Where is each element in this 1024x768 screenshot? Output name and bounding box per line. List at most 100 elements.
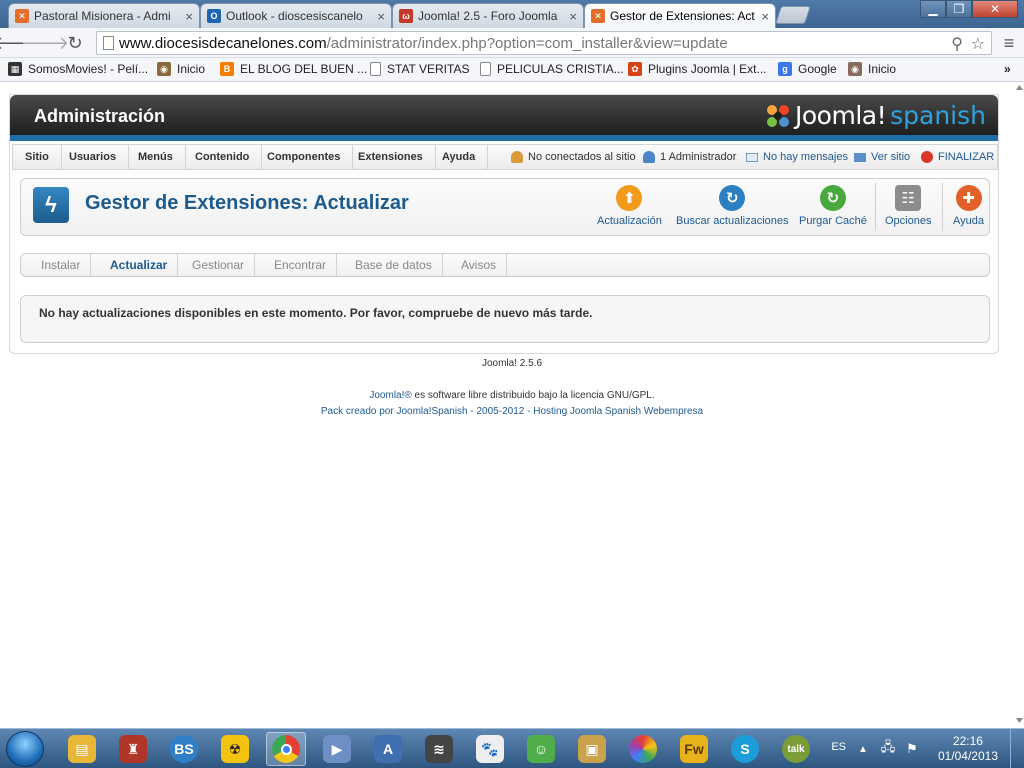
menu-menus[interactable]: Menús — [126, 145, 186, 169]
maximize-button[interactable]: ❐ — [946, 0, 972, 18]
picasa-icon[interactable] — [623, 732, 663, 766]
tab-avisos[interactable]: Avisos — [451, 254, 508, 276]
tab-encontrar[interactable]: Encontrar — [264, 254, 338, 276]
tray-expand-icon[interactable]: ▲ — [856, 732, 870, 766]
menu-usuarios[interactable]: Usuarios — [57, 145, 130, 169]
close-tab-icon[interactable]: × — [569, 9, 577, 24]
app-a-icon[interactable]: A — [368, 732, 408, 766]
action-center-icon[interactable]: ⚑ — [902, 732, 922, 766]
close-tab-icon[interactable]: × — [377, 9, 385, 24]
tab-title: Joomla! 2.5 - Foro Joomla — [418, 9, 558, 23]
browser-tab-pastoral[interactable]: ✕ Pastoral Misionera - Admi × — [8, 3, 200, 28]
status-messages[interactable]: No hay mensajes — [746, 145, 848, 169]
status-label: Ver sitio — [871, 151, 911, 163]
clapper-icon: ▦ — [8, 62, 22, 76]
header-divider — [10, 135, 998, 141]
menu-componentes[interactable]: Componentes — [255, 145, 354, 169]
page-icon — [480, 62, 491, 76]
explorer-icon[interactable]: ▤ — [62, 732, 102, 766]
show-desktop-button[interactable] — [1010, 729, 1024, 768]
menu-ayuda[interactable]: Ayuda — [430, 145, 489, 169]
bookmark-somosmovies[interactable]: ▦ SomosMovies! - Pelí... — [8, 62, 148, 76]
skype-icon[interactable]: S — [725, 732, 765, 766]
bookmark-plugins-joomla[interactable]: ✿ Plugins Joomla | Ext... — [628, 62, 767, 76]
installer-subnav: Instalar Actualizar Gestionar Encontrar … — [20, 253, 990, 277]
menu-icon[interactable]: ≡ — [998, 32, 1020, 54]
forward-button[interactable]: 🡒 — [21, 32, 69, 54]
tab-gestionar[interactable]: Gestionar — [182, 254, 256, 276]
bookmarks-more-button[interactable]: » — [1004, 62, 1011, 76]
plugin-icon: ✿ — [628, 62, 642, 76]
bs-player-icon[interactable]: BS — [164, 732, 204, 766]
page-footer: Joomla! 2.5.6 Joomla!® es software libre… — [0, 358, 1024, 420]
logo-spanish: spanish — [890, 101, 986, 130]
reload-button[interactable]: ↻ — [64, 32, 86, 54]
view-site-link[interactable]: Ver sitio — [854, 145, 910, 169]
options-button[interactable]: ☷ Opciones — [885, 185, 931, 227]
close-window-button[interactable]: ✕ — [972, 0, 1018, 18]
webempresa-link[interactable]: Hosting Joomla Spanish Webempresa — [533, 406, 703, 417]
tab-instalar[interactable]: Instalar — [31, 254, 92, 276]
gtalk-icon[interactable]: talk — [776, 732, 816, 766]
update-button[interactable]: ⬆ Actualización — [597, 185, 662, 227]
bookmark-peliculas[interactable]: PELICULAS CRISTIA... — [480, 62, 624, 76]
browser-tab-outlook[interactable]: O Outlook - dioscesiscanelo × — [200, 3, 392, 28]
minimize-button[interactable]: ▁ — [920, 0, 946, 18]
joomlaspanish-link[interactable]: Pack creado por Joomla!Spanish — [321, 406, 468, 417]
bookmark-label: Plugins Joomla | Ext... — [648, 62, 767, 76]
browser-tab-gestor[interactable]: ✕ Gestor de Extensiones: Act × — [584, 3, 776, 28]
radiation-icon[interactable]: ☢ — [215, 732, 255, 766]
bookmark-stat-veritas[interactable]: STAT VERITAS — [370, 62, 469, 76]
chrome-icon[interactable] — [266, 732, 306, 766]
close-tab-icon[interactable]: × — [185, 9, 193, 24]
app-bars-icon[interactable]: ≋ — [419, 732, 459, 766]
menu-contenido[interactable]: Contenido — [183, 145, 263, 169]
page-scrollbar[interactable] — [1015, 82, 1024, 728]
browser-tab-foro[interactable]: ω Joomla! 2.5 - Foro Joomla × — [392, 3, 584, 28]
logo-word: Joomla! — [795, 101, 887, 130]
new-tab-button[interactable] — [775, 6, 811, 24]
license-text: es software libre distribuido bajo la li… — [414, 390, 655, 401]
find-updates-button[interactable]: ↻ Buscar actualizaciones — [676, 185, 789, 227]
extension-manager-icon: ϟ — [33, 187, 69, 223]
license-line: Joomla!® es software libre distribuido b… — [0, 388, 1024, 404]
help-button[interactable]: ✚ Ayuda — [953, 185, 984, 227]
bookmark-blog[interactable]: B EL BLOG DEL BUEN ... — [220, 62, 367, 76]
address-bar[interactable]: www.diocesisdecanelones.com/administrato… — [96, 31, 992, 55]
bookmark-google[interactable]: g Google — [778, 62, 837, 76]
photo-icon[interactable]: ▣ — [572, 732, 612, 766]
game-icon[interactable]: ♜ — [113, 732, 153, 766]
menu-extensiones[interactable]: Extensiones — [346, 145, 436, 169]
no-updates-message: No hay actualizaciones disponibles en es… — [39, 306, 593, 320]
scrollbar-arrows — [1016, 85, 1023, 723]
status-label: No hay mensajes — [763, 151, 848, 163]
search-icon[interactable]: ⚲ — [951, 34, 963, 54]
joomla-link[interactable]: Joomla!® — [369, 390, 411, 401]
start-button[interactable] — [6, 731, 44, 767]
dog-icon[interactable]: 🐾 — [470, 732, 510, 766]
tab-base-de-datos[interactable]: Base de datos — [345, 254, 443, 276]
language-indicator[interactable]: ES — [831, 741, 846, 753]
scroll-down-icon — [1016, 718, 1023, 723]
bookmark-inicio-2[interactable]: ◉ Inicio — [848, 62, 896, 76]
bookmark-label: STAT VERITAS — [387, 62, 470, 76]
site-icon — [854, 152, 866, 162]
url-path: /administrator/index.php?option=com_inst… — [326, 34, 728, 52]
network-icon[interactable]: 🖧 — [878, 732, 898, 766]
logout-link[interactable]: FINALIZAR — [921, 145, 994, 169]
close-tab-icon[interactable]: × — [761, 9, 769, 24]
purge-cache-button[interactable]: ↻ Purgar Caché — [799, 185, 867, 227]
status-label: 1 Administrador — [660, 151, 737, 163]
credit-separator: - 2005-2012 - — [470, 406, 531, 417]
system-clock[interactable]: 22:16 01/04/2013 — [938, 734, 998, 764]
joomla-logo-icon — [767, 104, 790, 127]
star-icon[interactable]: ☆ — [971, 34, 985, 54]
logout-icon — [921, 151, 933, 163]
messenger-icon[interactable]: ☺ — [521, 732, 561, 766]
menu-sitio[interactable]: Sitio — [13, 145, 62, 169]
media-icon[interactable]: ▶ — [317, 732, 357, 766]
tab-actualizar[interactable]: Actualizar — [100, 254, 179, 276]
status-label: No conectados al sitio — [528, 151, 636, 163]
bookmark-inicio-1[interactable]: ◉ Inicio — [157, 62, 205, 76]
fireworks-icon[interactable]: Fw — [674, 732, 714, 766]
